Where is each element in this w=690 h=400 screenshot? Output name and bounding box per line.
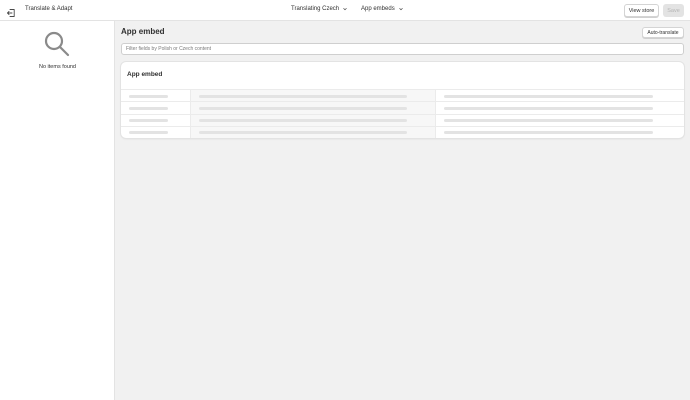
field-name-cell (121, 102, 190, 113)
resource-selector[interactable]: App embeds (361, 6, 404, 12)
translation-cell[interactable] (436, 115, 684, 126)
language-selector-label: Translating Czech (291, 6, 340, 12)
source-cell (190, 90, 436, 102)
skeleton-bar (444, 106, 653, 110)
source-cell (190, 126, 436, 138)
translation-cell[interactable] (436, 90, 684, 101)
translation-cell[interactable] (436, 127, 684, 138)
table-row (121, 89, 684, 102)
auto-translate-button[interactable]: Auto-translate (642, 27, 684, 38)
card-title: App embed (127, 71, 163, 78)
skeleton-bar (129, 119, 168, 122)
skeleton-bar (129, 131, 168, 135)
skeleton-bar (444, 94, 653, 98)
filter-input[interactable] (121, 43, 684, 55)
field-name-cell (121, 90, 190, 101)
main-content: App embed Auto-translate App embed (115, 21, 690, 400)
skeleton-bar (129, 106, 168, 110)
skeleton-bar (444, 131, 653, 135)
field-name-cell (121, 115, 190, 126)
search-icon (43, 30, 71, 58)
chevron-down-icon (343, 8, 347, 11)
skeleton-bar (199, 131, 407, 135)
top-bar: Translate & Adapt Translating Czech App … (0, 0, 690, 21)
resource-selector-label: App embeds (361, 6, 395, 12)
table-row (121, 125, 684, 138)
page-title: App embed (121, 27, 165, 36)
translation-table (121, 89, 684, 138)
chevron-down-icon (398, 8, 403, 11)
empty-state-text: No items found (39, 64, 76, 70)
app-title: Translate & Adapt (25, 6, 73, 12)
skeleton-bar (199, 94, 407, 98)
field-name-cell (121, 127, 190, 138)
exit-icon[interactable] (6, 5, 16, 17)
sidebar: No items found (0, 21, 115, 400)
skeleton-bar (444, 119, 653, 122)
skeleton-bar (199, 119, 407, 122)
table-row (121, 101, 684, 114)
translation-card: App embed (121, 62, 684, 138)
view-store-button[interactable]: View store (624, 4, 659, 17)
skeleton-bar (199, 106, 407, 110)
source-cell (190, 114, 436, 126)
translation-cell[interactable] (436, 102, 684, 113)
language-selector[interactable]: Translating Czech (291, 6, 348, 12)
skeleton-bar (129, 94, 168, 98)
table-row (121, 113, 684, 126)
save-button[interactable]: Save (663, 4, 684, 17)
source-cell (190, 102, 436, 114)
